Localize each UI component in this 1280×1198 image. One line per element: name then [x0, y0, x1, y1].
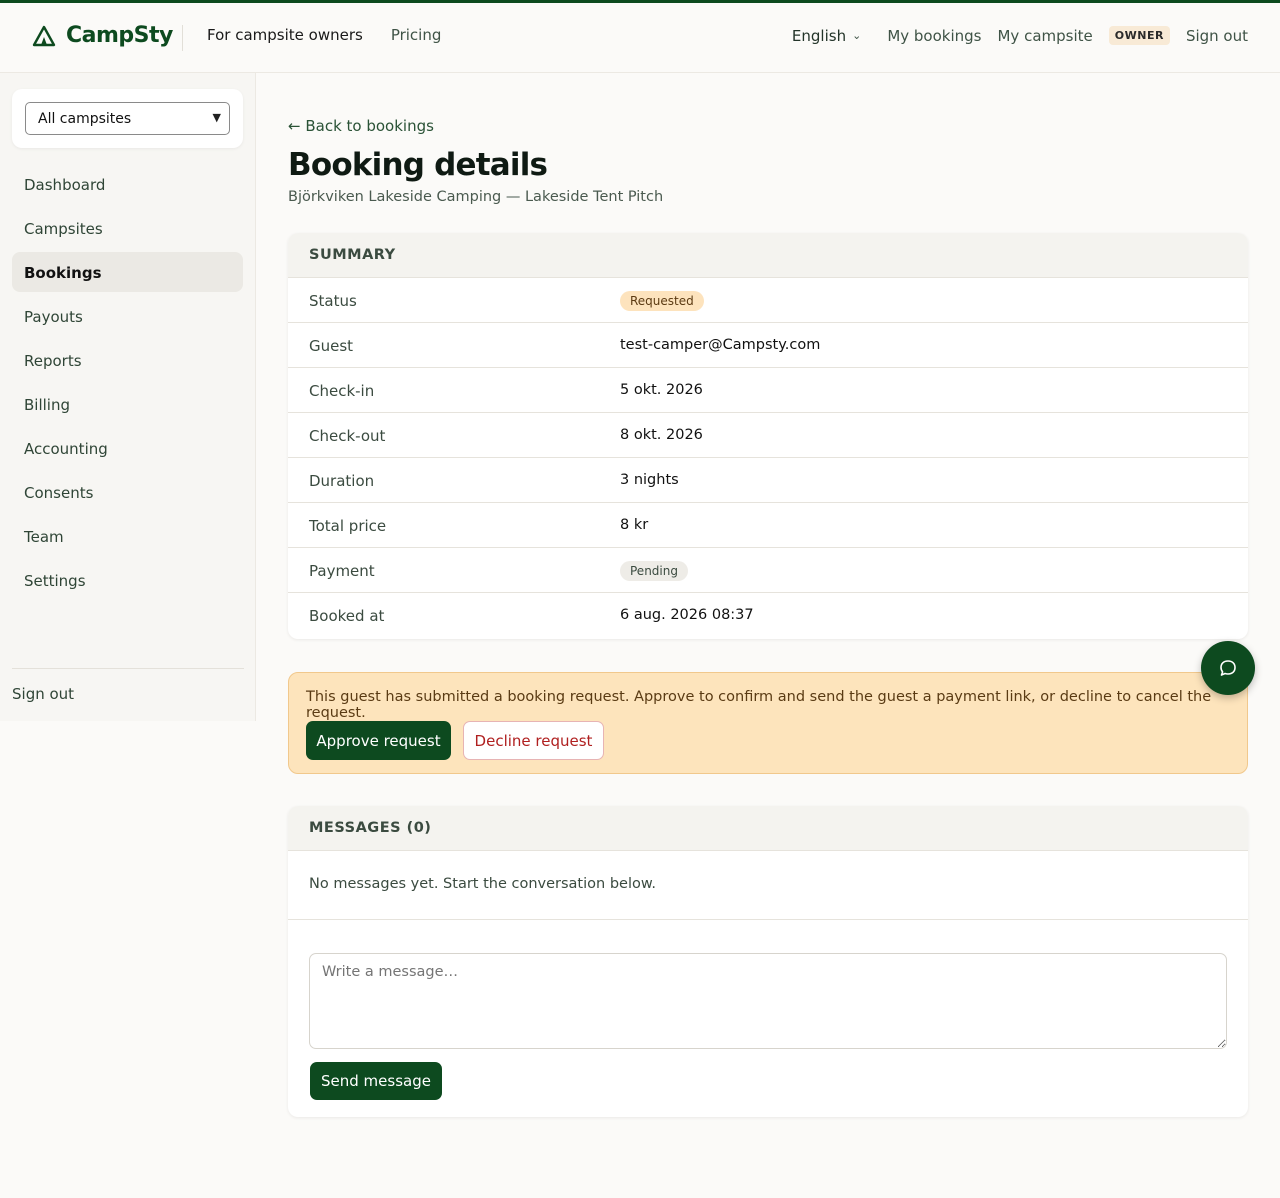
role-badge: OWNER	[1108, 26, 1170, 45]
page-title: Booking details	[288, 147, 548, 183]
total-price-value: 8 kr	[620, 517, 649, 533]
sidebar-item-team[interactable]: Team	[12, 516, 243, 556]
messages-heading: MESSAGES (0)	[288, 806, 1248, 851]
sidebar-sign-out-link[interactable]: Sign out	[12, 685, 74, 703]
summary-row-checkin: Check-in 5 okt. 2026	[288, 368, 1248, 413]
decline-request-button[interactable]: Decline request	[463, 721, 604, 760]
booking-request-alert: This guest has submitted a booking reque…	[288, 672, 1248, 774]
brand-logo[interactable]: CampSty	[32, 23, 173, 48]
nav-link-pricing[interactable]: Pricing	[391, 26, 442, 44]
campsite-filter-card: All campsites ▼	[12, 89, 243, 148]
nav-link-my-campsite[interactable]: My campsite	[997, 27, 1092, 45]
language-label: English	[791, 26, 847, 45]
message-input[interactable]	[309, 953, 1227, 1049]
messages-empty-state: No messages yet. Start the conversation …	[288, 851, 1248, 920]
summary-card: SUMMARY Status Requested Guest test-camp…	[288, 233, 1248, 639]
checkin-value: 5 okt. 2026	[620, 382, 703, 398]
checkout-value: 8 okt. 2026	[620, 427, 703, 443]
checkin-label: Check-in	[309, 382, 375, 400]
summary-row-checkout: Check-out 8 okt. 2026	[288, 413, 1248, 458]
sidebar-item-reports[interactable]: Reports	[12, 340, 243, 380]
sidebar-item-settings[interactable]: Settings	[12, 560, 243, 600]
status-label: Status	[309, 292, 357, 310]
booked-at-label: Booked at	[309, 607, 385, 625]
total-price-label: Total price	[309, 517, 387, 535]
nav-link-owners[interactable]: For campsite owners	[207, 26, 363, 44]
chevron-down-icon: ⌄	[852, 29, 862, 42]
sidebar-item-billing[interactable]: Billing	[12, 384, 243, 424]
top-header: CampSty For campsite owners Pricing Engl…	[0, 3, 1280, 73]
chevron-down-icon: ▼	[212, 111, 221, 124]
chat-button[interactable]	[1201, 641, 1255, 695]
messages-card: MESSAGES (0) No messages yet. Start the …	[288, 806, 1248, 1117]
booked-at-value: 6 aug. 2026 08:37	[620, 607, 754, 623]
alert-message: This guest has submitted a booking reque…	[306, 689, 1212, 721]
tent-icon	[32, 25, 56, 46]
send-message-button[interactable]: Send message	[310, 1062, 442, 1100]
payment-status-badge: Pending	[620, 561, 688, 581]
status-badge: Requested	[620, 291, 704, 311]
summary-row-total-price: Total price 8 kr	[288, 503, 1248, 548]
sidebar-item-campsites[interactable]: Campsites	[12, 208, 243, 248]
duration-value: 3 nights	[620, 472, 679, 488]
account-nav: English ⌄ My bookings My campsite OWNER …	[792, 26, 1248, 45]
sidebar-item-accounting[interactable]: Accounting	[12, 428, 243, 468]
primary-nav: For campsite owners Pricing	[207, 26, 441, 44]
sidebar: All campsites ▼ Dashboard Campsites Book…	[0, 73, 256, 721]
chat-bubble-icon	[1220, 660, 1236, 676]
header-sign-out-link[interactable]: Sign out	[1186, 27, 1248, 45]
sidebar-item-payouts[interactable]: Payouts	[12, 296, 243, 336]
summary-heading: SUMMARY	[288, 233, 1248, 278]
language-selector[interactable]: English ⌄	[792, 27, 861, 45]
sidebar-item-bookings[interactable]: Bookings	[12, 252, 243, 292]
checkout-label: Check-out	[309, 427, 386, 445]
duration-label: Duration	[309, 472, 375, 490]
sidebar-item-consents[interactable]: Consents	[12, 472, 243, 512]
campsite-select-value: All campsites	[38, 111, 132, 127]
summary-row-status: Status Requested	[288, 278, 1248, 323]
summary-row-duration: Duration 3 nights	[288, 458, 1248, 503]
summary-row-guest: Guest test-camper@Campsty.com	[288, 323, 1248, 368]
nav-link-my-bookings[interactable]: My bookings	[887, 27, 981, 45]
guest-label: Guest	[309, 337, 354, 355]
sidebar-divider	[12, 668, 244, 669]
summary-row-payment: Payment Pending	[288, 548, 1248, 593]
guest-value: test-camper@Campsty.com	[620, 337, 821, 353]
sidebar-item-dashboard[interactable]: Dashboard	[12, 164, 243, 204]
payment-label: Payment	[309, 562, 375, 580]
sidebar-nav: Dashboard Campsites Bookings Payouts Rep…	[12, 164, 243, 604]
summary-row-booked-at: Booked at 6 aug. 2026 08:37	[288, 593, 1248, 638]
approve-request-button[interactable]: Approve request	[306, 721, 451, 760]
page-subtitle: Björkviken Lakeside Camping — Lakeside T…	[288, 189, 664, 205]
brand-name: CampSty	[66, 23, 173, 48]
back-to-bookings-link[interactable]: ← Back to bookings	[288, 117, 434, 135]
campsite-select[interactable]: All campsites ▼	[25, 102, 230, 135]
header-divider	[182, 25, 183, 51]
